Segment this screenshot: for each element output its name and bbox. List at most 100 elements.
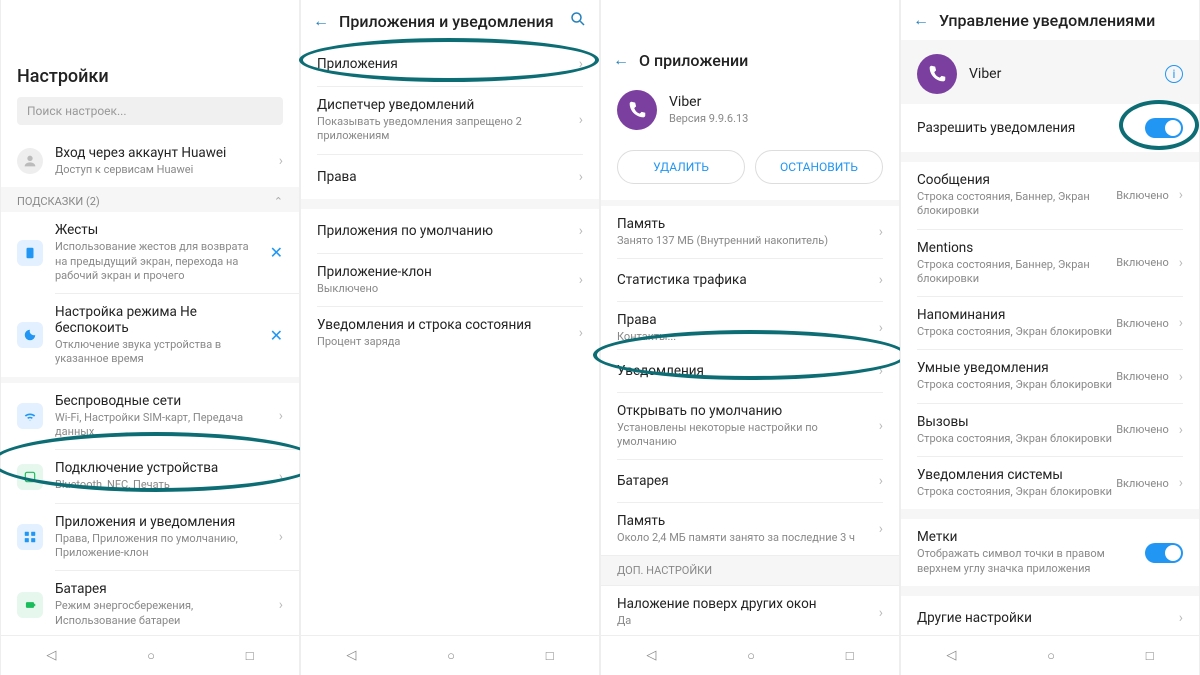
- panel-settings: Настройки Поиск настроек... Вход через а…: [0, 0, 300, 675]
- header-title: О приложении: [639, 51, 748, 70]
- wifi-icon: [17, 403, 43, 429]
- row-permissions[interactable]: ПраваКонтакты...›: [601, 302, 899, 348]
- chevron-right-icon: ›: [579, 56, 583, 72]
- row-allow-notif[interactable]: Разрешить уведомления: [901, 104, 1199, 152]
- row-channel[interactable]: СообщенияСтрока состояния, Баннер, Экран…: [901, 162, 1199, 229]
- nav-bar: ◁ ○ □: [901, 635, 1199, 675]
- row-battery[interactable]: Батарея›: [601, 460, 899, 502]
- row-apps-notifications[interactable]: Приложения и уведомленияПрава, Приложени…: [1, 504, 299, 571]
- chevron-right-icon: ›: [1179, 315, 1183, 331]
- chevron-up-icon: ⌃: [274, 195, 283, 208]
- panel-apps-notif: ← Приложения и уведомления Приложения› Д…: [300, 0, 600, 675]
- row-channel[interactable]: MentionsСтрока состояния, Баннер, Экран …: [901, 230, 1199, 297]
- nav-home-icon[interactable]: ○: [147, 648, 155, 664]
- search-icon[interactable]: [569, 10, 587, 32]
- nav-back-icon[interactable]: ◁: [646, 648, 656, 663]
- row-permissions[interactable]: Права›: [301, 155, 599, 199]
- nav-recent-icon[interactable]: □: [1146, 648, 1154, 664]
- nav-recent-icon[interactable]: □: [546, 648, 554, 664]
- row-channel[interactable]: Уведомления системыСтрока состояния, Экр…: [901, 457, 1199, 509]
- row-channel[interactable]: Умные уведомленияСтрока состояния, Экран…: [901, 350, 1199, 402]
- back-icon[interactable]: ←: [913, 10, 929, 30]
- moon-icon: [17, 322, 43, 348]
- chevron-right-icon: ›: [879, 473, 883, 489]
- chevron-right-icon: ›: [1179, 475, 1183, 491]
- nav-bar: ◁ ○ □: [1, 635, 299, 675]
- hint-dnd[interactable]: Настройка режима Не беспокоитьОтключение…: [1, 294, 299, 377]
- chevron-right-icon: ›: [879, 418, 883, 434]
- row-notif-manager[interactable]: Диспетчер уведомленийПоказывать уведомле…: [301, 87, 599, 154]
- row-badge[interactable]: МеткиОтображать символ точки в правом ве…: [901, 519, 1199, 586]
- login-row[interactable]: Вход через аккаунт HuaweiДоступ к сервис…: [1, 135, 299, 187]
- toggle-on[interactable]: [1145, 543, 1183, 563]
- row-traffic[interactable]: Статистика трафика›: [601, 259, 899, 301]
- chevron-right-icon: ›: [279, 153, 283, 169]
- chevron-right-icon: ›: [879, 272, 883, 288]
- nav-back-icon[interactable]: ◁: [346, 648, 356, 663]
- chevron-right-icon: ›: [279, 597, 283, 613]
- viber-icon: [917, 54, 957, 94]
- connect-icon: [17, 464, 43, 490]
- chevron-right-icon: ›: [579, 223, 583, 239]
- row-open-default[interactable]: Открывать по умолчаниюУстановлены некото…: [601, 393, 899, 460]
- chevron-right-icon: ›: [879, 224, 883, 240]
- chevron-right-icon: ›: [579, 325, 583, 341]
- chevron-right-icon: ›: [279, 529, 283, 545]
- section-advanced: ДОП. НАСТРОЙКИ: [601, 555, 899, 586]
- chevron-right-icon: ›: [879, 320, 883, 336]
- header: ← Приложения и уведомления: [301, 0, 599, 42]
- row-apps[interactable]: Приложения›: [301, 42, 599, 86]
- chevron-right-icon: ›: [579, 272, 583, 288]
- app-header: ViberВерсия 9.9.6.13: [601, 80, 899, 140]
- nav-home-icon[interactable]: ○: [747, 648, 755, 664]
- header-title: Приложения и уведомления: [339, 12, 554, 31]
- apps-icon: [17, 524, 43, 550]
- chevron-right-icon: ›: [1179, 422, 1183, 438]
- back-icon[interactable]: ←: [313, 11, 329, 31]
- row-wireless[interactable]: Беспроводные сетиWi-Fi, Настройки SIM-ка…: [1, 383, 299, 450]
- search-input[interactable]: Поиск настроек...: [17, 97, 283, 125]
- row-storage[interactable]: ПамятьЗанято 137 МБ (Внутренний накопите…: [601, 206, 899, 258]
- delete-button[interactable]: УДАЛИТЬ: [617, 150, 745, 184]
- nav-home-icon[interactable]: ○: [447, 648, 455, 664]
- row-status-bar[interactable]: Уведомления и строка состоянияПроцент за…: [301, 307, 599, 359]
- row-overlay[interactable]: Наложение поверх других оконДа›: [601, 586, 899, 635]
- app-header: Viber i: [901, 44, 1199, 104]
- header-title: Управление уведомлениями: [939, 11, 1155, 30]
- nav-recent-icon[interactable]: □: [846, 648, 854, 664]
- row-clone[interactable]: Приложение-клонВыключено›: [301, 254, 599, 306]
- chevron-right-icon: ›: [279, 469, 283, 485]
- chevron-right-icon: ›: [279, 408, 283, 424]
- row-other[interactable]: Другие настройки›: [901, 596, 1199, 635]
- back-icon[interactable]: ←: [613, 50, 629, 70]
- nav-bar: ◁ ○ □: [601, 635, 899, 675]
- hint-gestures[interactable]: ЖестыИспользование жестов для возврата н…: [1, 212, 299, 293]
- page-title: Настройки: [1, 50, 299, 97]
- nav-home-icon[interactable]: ○: [1047, 648, 1055, 664]
- row-battery[interactable]: БатареяРежим энергосбережения, Использов…: [1, 571, 299, 635]
- nav-bar: ◁ ○ □: [301, 635, 599, 675]
- chevron-right-icon: ›: [579, 169, 583, 185]
- viber-icon: [617, 90, 657, 130]
- battery-icon: [17, 592, 43, 618]
- close-icon[interactable]: ✕: [270, 243, 283, 262]
- header: ← О приложении: [601, 40, 899, 80]
- row-connect[interactable]: Подключение устройстваBluetooth, NFC, Пе…: [1, 450, 299, 502]
- nav-back-icon[interactable]: ◁: [46, 648, 56, 663]
- avatar-icon: [17, 148, 43, 174]
- stop-button[interactable]: ОСТАНОВИТЬ: [755, 150, 883, 184]
- nav-back-icon[interactable]: ◁: [946, 648, 956, 663]
- toggle-on[interactable]: [1145, 118, 1183, 138]
- row-notifications[interactable]: Уведомления›: [601, 350, 899, 392]
- row-channel[interactable]: ВызовыСтрока состояния, Экран блокировки…: [901, 404, 1199, 456]
- nav-recent-icon[interactable]: □: [246, 648, 254, 664]
- row-memory[interactable]: ПамятьОколо 2,4 МБ памяти занято за посл…: [601, 503, 899, 555]
- info-icon[interactable]: i: [1165, 65, 1183, 83]
- chevron-right-icon: ›: [1179, 255, 1183, 271]
- close-icon[interactable]: ✕: [270, 326, 283, 345]
- hints-header[interactable]: ПОДСКАЗКИ (2)⌃: [1, 187, 299, 212]
- chevron-right-icon: ›: [579, 112, 583, 128]
- chevron-right-icon: ›: [879, 363, 883, 379]
- row-channel[interactable]: НапоминанияСтрока состояния, Экран блоки…: [901, 297, 1199, 349]
- row-default-apps[interactable]: Приложения по умолчанию›: [301, 209, 599, 253]
